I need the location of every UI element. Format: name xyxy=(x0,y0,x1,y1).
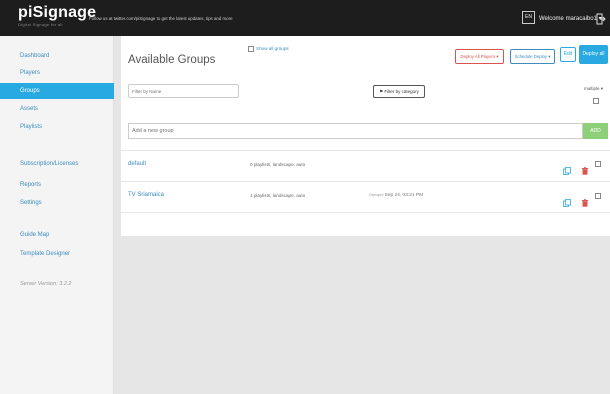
row-checkbox[interactable] xyxy=(595,161,601,167)
group-name-link[interactable]: TV Sriamaica xyxy=(128,192,164,198)
trash-icon[interactable] xyxy=(581,194,589,207)
row-checkbox[interactable] xyxy=(595,193,601,199)
user-menu[interactable]: Welcome maracaibo1 ▾ xyxy=(539,15,602,22)
show-all-label: Show all groups xyxy=(256,46,289,52)
filter-by-name-input[interactable] xyxy=(128,84,239,98)
sidebar-item-assets[interactable]: Assets xyxy=(0,101,114,117)
deployed-label: Deployed xyxy=(369,193,384,197)
server-version: Server Version: 3.2.2 xyxy=(20,281,72,287)
sidebar: Dashboard Players Groups Assets Playlist… xyxy=(0,36,114,394)
deploy-all-players-button[interactable]: Deploy All Players ▾ xyxy=(455,49,504,64)
logout-icon[interactable] xyxy=(596,12,606,25)
deployed-time: Sep 24, 03:21 PM xyxy=(384,193,424,198)
page-title: Available Groups xyxy=(128,54,216,66)
group-description: 1 playlists, landscape, auto xyxy=(250,193,306,198)
show-all-groups-toggle[interactable]: Show all groups xyxy=(248,46,289,52)
edit-button[interactable]: Edit xyxy=(560,47,576,62)
brand-name: piSignage xyxy=(18,4,97,21)
checkbox-icon[interactable] xyxy=(248,46,254,52)
language-selector[interactable]: EN xyxy=(522,11,535,24)
groups-panel: Available Groups Show all groups Deploy … xyxy=(121,36,610,236)
add-group-input[interactable] xyxy=(128,123,583,139)
filter-by-category-button[interactable]: ⚑ Filter by category xyxy=(373,85,425,98)
select-all-checkbox[interactable] xyxy=(593,98,599,104)
sidebar-item-groups[interactable]: Groups xyxy=(0,83,114,99)
sidebar-item-reports[interactable]: Reports xyxy=(0,177,114,193)
table-row: default 0 playlists, landscape, auto xyxy=(121,150,610,180)
sidebar-item-playlists[interactable]: Playlists xyxy=(0,119,114,135)
brand-tagline: Digital Signage for all xyxy=(18,22,63,27)
sidebar-item-settings[interactable]: Settings xyxy=(0,195,114,211)
copy-icon[interactable] xyxy=(563,162,571,175)
deploy-all-button[interactable]: Deploy all xyxy=(579,45,608,64)
group-description: 0 playlists, landscape, auto xyxy=(250,162,306,167)
sidebar-item-dashboard[interactable]: Dashboard xyxy=(0,48,114,64)
copy-icon[interactable] xyxy=(563,194,571,207)
follow-link[interactable]: Follow us at twitter.com/piSignage to ge… xyxy=(89,16,233,21)
sidebar-item-guide-map[interactable]: Guide Map xyxy=(0,227,114,243)
table-row: TV Sriamaica 1 playlists, landscape, aut… xyxy=(121,181,610,213)
trash-icon[interactable] xyxy=(581,162,589,175)
brand-logo[interactable]: piSignage Digital Signage for all xyxy=(18,4,97,28)
top-navbar: piSignage Digital Signage for all Follow… xyxy=(0,0,610,36)
add-group-button[interactable]: ADD xyxy=(583,123,608,139)
sidebar-item-subscription[interactable]: Subscription/Licenses xyxy=(0,156,114,172)
multiple-select-dropdown[interactable]: multiple ▾ xyxy=(584,86,603,92)
group-name-link[interactable]: default xyxy=(128,161,146,167)
deployed-timestamp: Deployed Sep 24, 03:21 PM xyxy=(369,193,423,198)
sidebar-item-players[interactable]: Players xyxy=(0,65,114,81)
schedule-deploy-button[interactable]: Schedule Deploy ▾ xyxy=(510,49,555,64)
sidebar-item-template-designer[interactable]: Template Designer xyxy=(0,246,114,262)
